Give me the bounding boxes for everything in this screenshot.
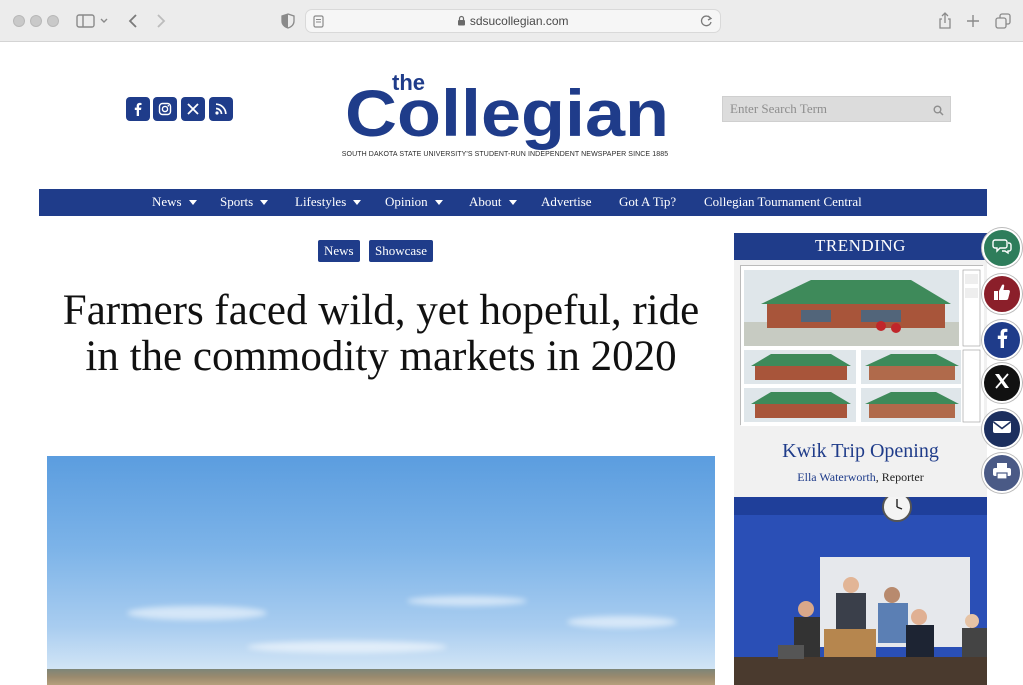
x-icon[interactable] bbox=[181, 97, 205, 121]
nav-item-label: About bbox=[469, 194, 502, 209]
caret-down-icon bbox=[260, 199, 269, 205]
trending-story-title[interactable]: Kwik Trip Opening bbox=[734, 440, 987, 463]
url-label: sdsucollegian.com bbox=[469, 14, 569, 28]
logo-tagline: SOUTH DAKOTA STATE UNIVERSITY'S STUDENT-… bbox=[341, 151, 669, 158]
share-page-icon[interactable] bbox=[936, 10, 954, 32]
sidebar-story-photo[interactable] bbox=[734, 497, 987, 685]
privacy-shield-icon[interactable] bbox=[279, 10, 297, 32]
search-placeholder: Enter Search Term bbox=[730, 101, 828, 116]
nav-item-about[interactable]: About bbox=[469, 194, 517, 210]
main-nav: News Sports Lifestyles Opinion About Adv… bbox=[39, 189, 987, 216]
farmland-horizon bbox=[47, 669, 715, 685]
like-button[interactable] bbox=[982, 274, 1022, 314]
nav-item-tournament-central[interactable]: Collegian Tournament Central bbox=[704, 194, 862, 210]
print-button[interactable] bbox=[982, 453, 1022, 493]
nav-item-opinion[interactable]: Opinion bbox=[385, 194, 443, 210]
nav-item-label: Opinion bbox=[385, 194, 428, 209]
nav-item-label: Lifestyles bbox=[295, 194, 347, 209]
thumbs-up-icon bbox=[993, 283, 1011, 306]
sidebar-toggle-icon[interactable] bbox=[74, 10, 114, 32]
x-icon bbox=[993, 372, 1011, 395]
facebook-icon bbox=[996, 328, 1008, 353]
address-bar[interactable]: sdsucollegian.com bbox=[305, 9, 721, 33]
close-window-button[interactable] bbox=[13, 15, 25, 27]
forward-arrow-icon[interactable] bbox=[152, 10, 170, 32]
nav-item-got-a-tip[interactable]: Got A Tip? bbox=[619, 194, 676, 210]
cloud bbox=[247, 641, 447, 653]
trending-heading: TRENDING bbox=[734, 233, 987, 260]
article-headline: Farmers faced wild, yet hopeful, ride in… bbox=[62, 287, 700, 380]
nav-item-label: Sports bbox=[220, 194, 254, 209]
nav-item-label: Collegian Tournament Central bbox=[704, 194, 862, 209]
browser-toolbar: sdsucollegian.com bbox=[0, 0, 1023, 42]
trending-story-image[interactable] bbox=[740, 265, 984, 426]
zoom-window-button[interactable] bbox=[47, 15, 59, 27]
instagram-icon[interactable] bbox=[153, 97, 177, 121]
nav-item-label: News bbox=[152, 194, 182, 209]
rss-icon[interactable] bbox=[209, 97, 233, 121]
facebook-share-button[interactable] bbox=[982, 320, 1022, 360]
cloud bbox=[407, 596, 527, 606]
facebook-icon[interactable] bbox=[126, 97, 150, 121]
trending-story-byline: Ella Waterworth, Reporter bbox=[734, 470, 987, 485]
tag-news[interactable]: News bbox=[318, 240, 360, 262]
x-share-button[interactable] bbox=[982, 363, 1022, 403]
author-role: , Reporter bbox=[875, 470, 924, 484]
back-arrow-icon[interactable] bbox=[124, 10, 142, 32]
article-hero-image[interactable] bbox=[47, 456, 715, 685]
nav-item-news[interactable]: News bbox=[152, 194, 197, 210]
cloud bbox=[567, 616, 677, 628]
new-tab-icon[interactable] bbox=[964, 10, 982, 32]
search-icon[interactable] bbox=[933, 103, 944, 121]
comment-button[interactable] bbox=[982, 228, 1022, 268]
caret-down-icon bbox=[353, 199, 362, 205]
nav-item-sports[interactable]: Sports bbox=[220, 194, 269, 210]
lock-icon bbox=[457, 14, 469, 28]
caret-down-icon bbox=[434, 199, 443, 205]
nav-item-lifestyles[interactable]: Lifestyles bbox=[295, 194, 362, 210]
author-link[interactable]: Ella Waterworth bbox=[797, 470, 875, 484]
email-share-button[interactable] bbox=[982, 409, 1022, 449]
printer-icon bbox=[992, 462, 1012, 485]
url-text: sdsucollegian.com bbox=[306, 14, 720, 28]
reload-icon[interactable] bbox=[700, 14, 713, 33]
search-input[interactable]: Enter Search Term bbox=[722, 96, 951, 122]
collegian-logo[interactable]: the Collegian bbox=[345, 68, 670, 152]
tab-overview-icon[interactable] bbox=[993, 10, 1013, 32]
nav-item-label: Advertise bbox=[541, 194, 592, 209]
tag-showcase[interactable]: Showcase bbox=[369, 240, 433, 262]
caret-down-icon bbox=[188, 199, 197, 205]
minimize-window-button[interactable] bbox=[30, 15, 42, 27]
nav-item-label: Got A Tip? bbox=[619, 194, 677, 209]
caret-down-icon bbox=[508, 199, 517, 205]
logo-main-text: Collegian bbox=[345, 76, 669, 150]
cloud bbox=[127, 606, 267, 620]
nav-item-advertise[interactable]: Advertise bbox=[541, 194, 592, 210]
envelope-icon bbox=[992, 419, 1012, 440]
comment-icon bbox=[992, 237, 1012, 260]
